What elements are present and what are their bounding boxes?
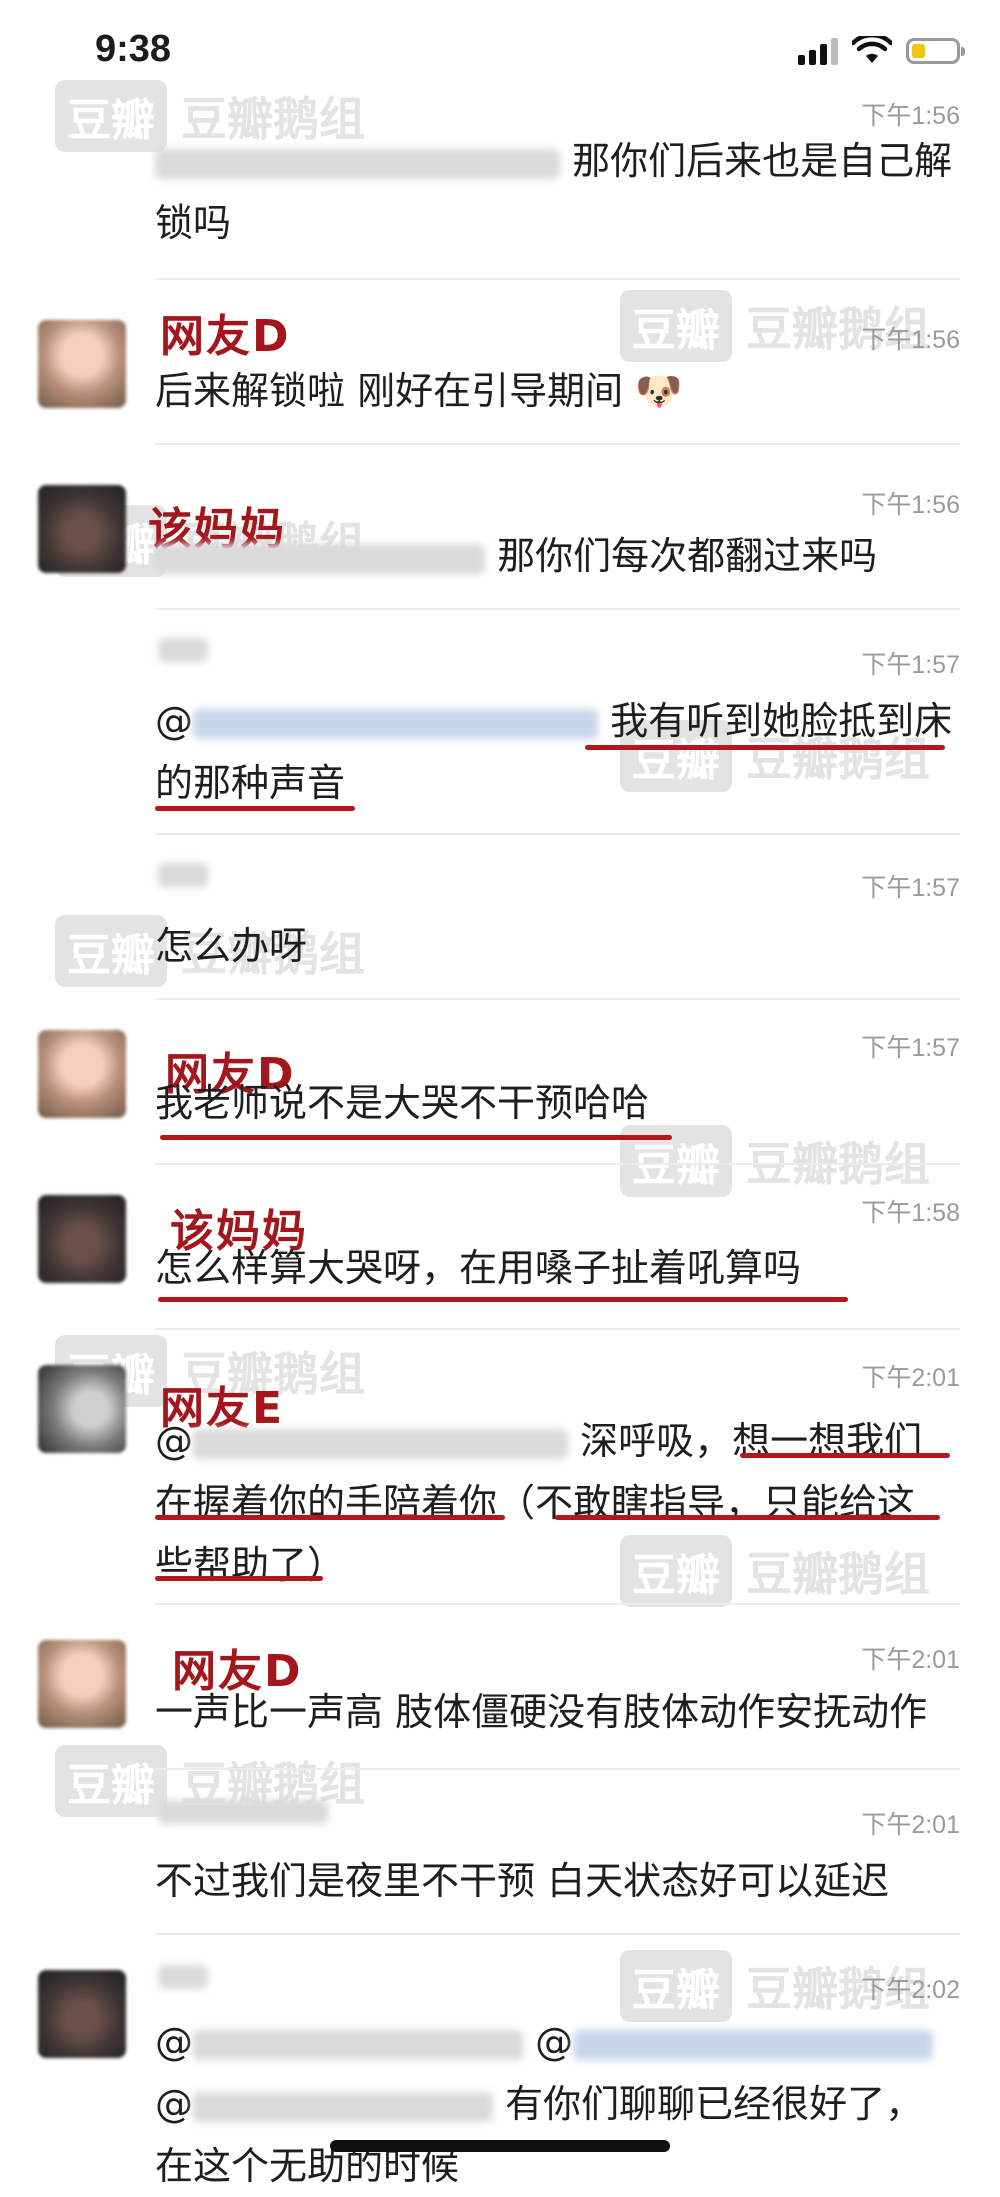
red-underline	[155, 806, 355, 811]
message-time: 下午1:57	[861, 1034, 960, 1062]
message-text: 不过我们是夜里不干预 白天状态好可以延迟	[155, 1859, 890, 1903]
avatar[interactable]	[38, 1970, 126, 2058]
message-time: 下午1:57	[861, 874, 960, 902]
red-underline	[160, 1135, 672, 1140]
blurred-username	[158, 638, 208, 662]
wifi-icon	[852, 36, 892, 63]
red-underline	[155, 1576, 323, 1581]
message-time: 下午2:01	[861, 1811, 960, 1839]
blurred-mention	[155, 148, 560, 179]
blurred-mention	[193, 708, 598, 739]
blurred-mention	[193, 1428, 568, 1459]
blurred-mention	[193, 2091, 493, 2122]
message-time: 下午1:58	[861, 1199, 960, 1227]
message-time: 下午1:56	[861, 491, 960, 519]
dog-emoji-icon: 🐶	[635, 369, 683, 413]
message-text: @ @ @ 有你们聊聊已经很好了， 在这个无助的时候	[155, 2011, 960, 2197]
message-text: 怎么样算大哭呀，在用嗓子扯着吼算吗	[155, 1246, 802, 1290]
chat-message[interactable]: 下午2:01 网友D 一声比一声高 肢体僵硬没有肢体动作安抚动作	[0, 1605, 1000, 1770]
message-time: 下午1:56	[861, 102, 960, 130]
message-time: 下午1:56	[861, 326, 960, 354]
blurred-username	[158, 1800, 328, 1824]
chat-message[interactable]: 下午1:56 网友D 后来解锁啦 刚好在引导期间 🐶	[0, 280, 1000, 445]
battery-icon	[906, 38, 965, 64]
chat-message[interactable]: 下午1:57 网友D 我老师说不是大哭不干预哈哈	[0, 1000, 1000, 1165]
chat-message[interactable]: 下午2:01 不过我们是夜里不干预 白天状态好可以延迟	[0, 1770, 1000, 1935]
blurred-mention	[193, 2029, 523, 2060]
message-text: 那你们每次都翻过来吗	[155, 525, 960, 587]
chat-message[interactable]: 下午1:57 怎么办呀	[0, 835, 1000, 1000]
blurred-username	[158, 863, 208, 887]
avatar[interactable]	[38, 1195, 126, 1283]
message-text: 后来解锁啦 刚好在引导期间 🐶	[155, 369, 683, 413]
signal-icon	[798, 37, 838, 65]
red-underline	[555, 1515, 940, 1520]
blurred-mention	[155, 543, 485, 574]
chat-message[interactable]: 下午1:58 该妈妈 怎么样算大哭呀，在用嗓子扯着吼算吗	[0, 1165, 1000, 1330]
message-text: @ 深呼吸，想一想我们 在握着你的手陪着你（不敢瞎指导，只能给这 些帮助了）	[155, 1419, 923, 1587]
status-bar: 9:38	[0, 0, 1000, 100]
message-text: @ 我有听到她脸抵到床 的那种声音	[155, 699, 953, 805]
message-text: 我老师说不是大哭不干预哈哈	[155, 1081, 650, 1125]
avatar[interactable]	[38, 320, 126, 408]
message-text: 怎么办呀	[155, 924, 308, 968]
red-underline	[158, 1297, 848, 1302]
chat-message[interactable]: 下午1:56 那你们后来也是自己解锁吗	[0, 90, 1000, 280]
message-time: 下午2:02	[861, 1976, 960, 2004]
chat-message[interactable]: 下午2:02 @ @ @ 有你们聊聊已经很好了， 在这个无助的时候	[0, 1935, 1000, 2188]
red-underline	[585, 745, 945, 750]
status-time: 9:38	[95, 28, 172, 70]
chat-message[interactable]: 下午1:56 该妈妈 那你们每次都翻过来吗	[0, 445, 1000, 610]
avatar[interactable]	[38, 485, 126, 573]
message-time: 下午2:01	[861, 1364, 960, 1392]
blurred-mention	[573, 2029, 934, 2060]
message-time: 下午2:01	[861, 1646, 960, 1674]
message-time: 下午1:57	[861, 651, 960, 679]
red-underline	[155, 1515, 505, 1520]
avatar[interactable]	[38, 1030, 126, 1118]
chat-message[interactable]: 下午1:57 @ 我有听到她脸抵到床 的那种声音	[0, 610, 1000, 835]
home-indicator[interactable]	[330, 2140, 670, 2152]
message-text: 一声比一声高 肢体僵硬没有肢体动作安抚动作	[155, 1690, 928, 1734]
message-text: 那你们后来也是自己解锁吗	[155, 139, 953, 245]
chat-message[interactable]: 下午2:01 网友E @ 深呼吸，想一想我们 在握着你的手陪着你（不敢瞎指导，只…	[0, 1330, 1000, 1605]
nickname-label: 网友D	[160, 311, 291, 362]
avatar[interactable]	[38, 1640, 126, 1728]
red-underline	[740, 1453, 950, 1458]
status-icons	[798, 36, 965, 66]
avatar[interactable]	[38, 1365, 126, 1453]
blurred-username	[158, 1965, 208, 1989]
